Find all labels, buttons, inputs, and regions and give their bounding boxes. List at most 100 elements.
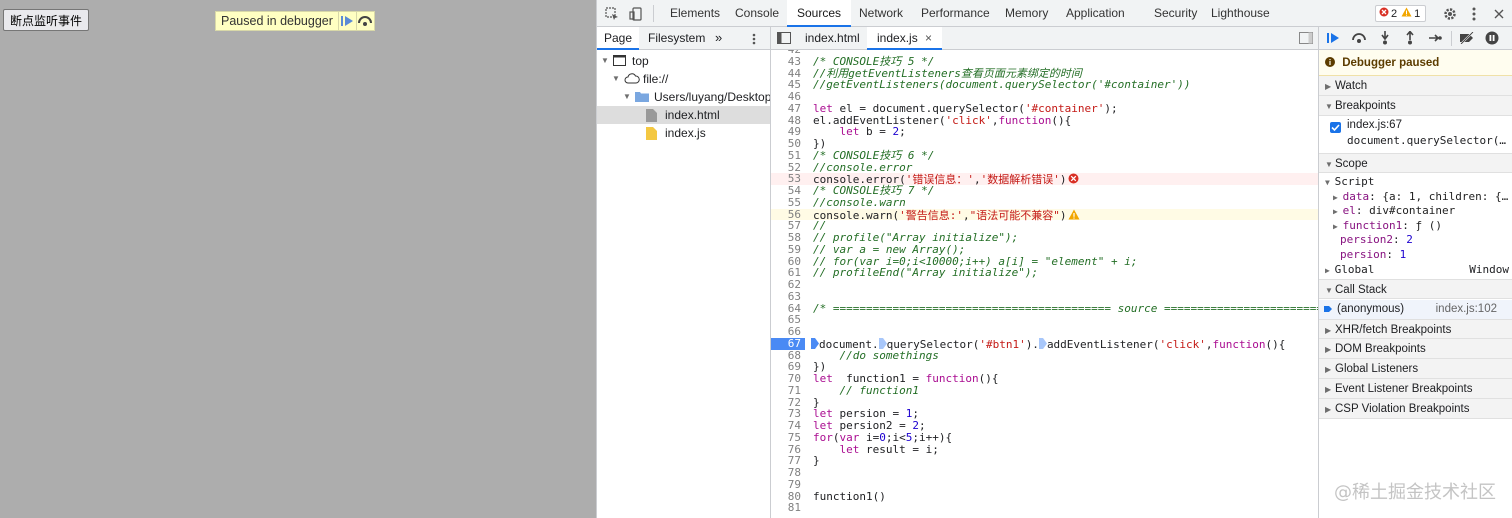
scope-variable[interactable]: persion2: 2 [1340,233,1413,248]
scope-variable[interactable]: ▶ data: {a: 1, children: {… [1333,190,1508,205]
code-line[interactable]: 52//console.error [771,161,1318,174]
line-number[interactable]: 55 [771,196,805,209]
code-line[interactable]: 80 function1() [771,490,1318,503]
line-number[interactable]: 74 [771,420,805,432]
step-over-icon[interactable] [1351,30,1367,46]
step-into-icon[interactable] [1377,30,1393,46]
callstack-section[interactable]: ▼ Call Stack [1319,279,1512,299]
page-button[interactable]: 断点监听事件 [3,9,89,31]
line-number[interactable]: 47 [771,102,805,115]
line-number[interactable]: 59 [771,243,805,256]
tree-expand-arrow-icon[interactable]: ▼ [601,52,609,70]
csp-violation-breakpoints-section[interactable]: ▶ CSP Violation Breakpoints [1319,399,1512,419]
step-over-icon[interactable] [355,12,374,30]
tree-item[interactable]: ▼ file:// [597,70,770,88]
scope-section[interactable]: ▼ Scope [1319,153,1512,173]
tree-item[interactable]: ▼ top [597,52,770,70]
editor-tab-index-js[interactable]: index.js × [867,27,943,50]
code-line[interactable]: 66 [771,326,1318,338]
tree-item[interactable]: index.js [597,124,770,142]
tab-security[interactable]: Security [1154,0,1197,27]
resume-icon[interactable] [1325,30,1341,46]
subtab-page[interactable]: Page [597,27,639,50]
line-number[interactable]: 66 [771,326,805,338]
code-line[interactable]: 78 [771,467,1318,479]
xhr-breakpoints-section[interactable]: ▶ XHR/fetch Breakpoints [1319,319,1512,339]
code-area[interactable]: 4243/* CONSOLE技巧 5 */44//利用getEventListe… [771,50,1318,518]
event-listener-breakpoints-section[interactable]: ▶ Event Listener Breakpoints [1319,379,1512,399]
code-line[interactable]: 49 let b = 2; [771,126,1318,138]
code-line[interactable]: 61// profileEnd("Array initialize"); [771,267,1318,279]
line-number[interactable]: 43 [771,55,805,68]
toggle-navigator-icon[interactable] [777,27,791,50]
step-out-icon[interactable] [1402,30,1418,46]
watch-section[interactable]: ▶ Watch [1319,76,1512,96]
tree-expand-arrow-icon[interactable]: ▼ [612,70,620,88]
code-line[interactable]: 68 //do somethings [771,349,1318,362]
code-line[interactable]: 79 [771,478,1318,491]
more-options-icon[interactable] [1465,5,1482,22]
device-toolbar-icon[interactable] [627,5,644,22]
line-number[interactable]: 79 [771,478,805,491]
toggle-debugger-icon[interactable] [1299,27,1313,50]
tab-lighthouse[interactable]: Lighthouse [1211,0,1270,27]
tab-performance[interactable]: Performance [921,0,990,27]
global-listeners-section[interactable]: ▶ Global Listeners [1319,359,1512,379]
scope-variable[interactable]: ▶ el: div#container [1333,204,1455,219]
line-number[interactable]: 50 [771,138,805,150]
global-scope-header[interactable]: ▶ Global Window [1325,263,1512,278]
code-line[interactable]: 62 [771,279,1318,291]
tree-expand-arrow-icon[interactable]: ▼ [623,88,631,106]
script-scope-header[interactable]: ▼ Script [1325,175,1374,190]
code-line[interactable]: 77} [771,455,1318,467]
tab-elements[interactable]: Elements [670,0,720,27]
line-number[interactable]: 58 [771,232,805,244]
code-line[interactable]: 64/* ===================================… [771,302,1318,315]
tab-network[interactable]: Network [859,0,903,27]
scope-variable[interactable]: persion: 1 [1340,248,1406,263]
pause-on-exceptions-icon[interactable] [1484,30,1500,46]
line-number[interactable]: 70 [771,373,805,385]
breakpoints-section[interactable]: ▼ Breakpoints [1319,96,1512,116]
line-number[interactable]: 67 [771,337,805,350]
tab-console[interactable]: Console [735,0,779,27]
line-number[interactable]: 54 [771,185,805,197]
code-line[interactable]: 55 //console.warn [771,196,1318,209]
line-number[interactable]: 71 [771,384,805,397]
tab-application[interactable]: Application [1066,0,1125,27]
line-number[interactable]: 46 [771,91,805,103]
line-number[interactable]: 78 [771,467,805,479]
code-line[interactable]: 71 // function1 [771,384,1318,397]
navigator-menu-icon[interactable] [752,27,756,50]
close-devtools-icon[interactable] [1490,5,1507,22]
line-number[interactable]: 81 [771,502,805,514]
editor-tab-index-html[interactable]: index.html [795,27,870,50]
scope-variable[interactable]: ▶ function1: ƒ () [1333,219,1442,234]
tree-item[interactable]: ▼ Users/luyang/Desktop/6 [597,88,770,106]
tab-memory[interactable]: Memory [1005,0,1048,27]
close-tab-icon[interactable]: × [925,31,932,45]
callstack-frame[interactable]: (anonymous) index.js:102 [1319,300,1512,320]
tab-sources[interactable]: Sources [787,0,852,27]
breakpoint-checkbox[interactable] [1330,122,1341,133]
resume-icon[interactable] [337,12,356,30]
line-number[interactable]: 62 [771,279,805,291]
issues-badge[interactable]: 2 1 [1375,5,1426,22]
line-number[interactable]: 63 [771,290,805,303]
dom-breakpoints-section[interactable]: ▶ DOM Breakpoints [1319,339,1512,359]
line-number[interactable]: 51 [771,149,805,162]
more-tabs-chevron-icon[interactable]: » [715,27,722,50]
breakpoint-item[interactable]: index.js:67 document.querySelector(… [1319,117,1512,157]
code-line[interactable]: 65 [771,314,1318,326]
line-number[interactable]: 75 [771,431,805,444]
code-line[interactable]: 56 console.warn('警告信息:',"语法可能不兼容") [771,208,1318,221]
tree-item[interactable]: index.html [597,106,770,124]
deactivate-breakpoints-icon[interactable] [1459,30,1475,46]
code-line[interactable]: 76 let result = i; [771,443,1318,456]
settings-gear-icon[interactable] [1441,5,1458,22]
code-line[interactable]: 45//getEventListeners(document.querySele… [771,79,1318,91]
step-icon[interactable] [1427,30,1443,46]
code-line[interactable]: 81 [771,502,1318,514]
inspect-element-icon[interactable] [603,5,620,22]
subtab-filesystem[interactable]: Filesystem [648,27,705,50]
